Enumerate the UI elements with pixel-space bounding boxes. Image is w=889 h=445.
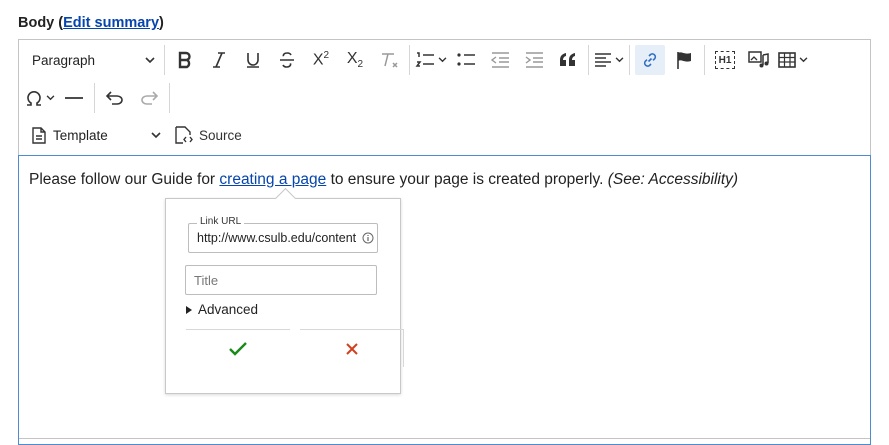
bulleted-list-icon: [457, 53, 475, 66]
chevron-down-icon: [615, 57, 624, 63]
link-url-field[interactable]: Link URL http://www.csulb.edu/content: [188, 216, 378, 253]
toolbar-row-1: Paragraph X2 X2 H1: [25, 42, 812, 78]
toolbar-row-2: [25, 80, 175, 116]
toolbar-separator: [409, 45, 410, 75]
strikethrough-icon: [280, 52, 294, 68]
link-button[interactable]: [635, 45, 665, 75]
toolbar-separator: [588, 45, 589, 75]
undo-icon: [106, 91, 123, 105]
template-dropdown-label: Template: [53, 127, 108, 143]
paragraph-text: Please follow our Guide for: [29, 171, 220, 188]
body-paragraph: Please follow our Guide for creating a p…: [29, 171, 738, 189]
heading-id-button[interactable]: H1: [710, 45, 740, 75]
heading-box-icon: H1: [715, 51, 735, 69]
horizontal-line-icon: [65, 97, 83, 99]
toolbar-row-3: Template Source: [25, 117, 252, 153]
bulleted-list-button[interactable]: [451, 45, 481, 75]
bold-icon: [178, 51, 191, 69]
toolbar-separator: [94, 83, 95, 113]
advanced-toggle[interactable]: Advanced: [186, 302, 258, 317]
edit-summary-link[interactable]: Edit summary: [63, 15, 159, 31]
document-icon: [32, 126, 46, 144]
superscript-button[interactable]: X2: [306, 45, 336, 75]
source-code-icon: [175, 126, 193, 144]
field-label-prefix: Body (: [18, 15, 64, 31]
info-icon[interactable]: [362, 232, 374, 244]
editor-content[interactable]: Please follow our Guide for creating a p…: [18, 155, 871, 445]
close-icon: [345, 342, 358, 355]
source-button[interactable]: Source: [169, 120, 248, 150]
content-link[interactable]: creating a page: [219, 171, 326, 188]
chevron-down-icon: [438, 57, 447, 63]
superscript-icon: X2: [312, 50, 330, 69]
toolbar-separator: [629, 45, 630, 75]
advanced-label: Advanced: [198, 302, 259, 317]
outdent-button[interactable]: [485, 45, 515, 75]
remove-format-icon: [382, 53, 398, 68]
subscript-button[interactable]: X2: [340, 45, 370, 75]
link-url-value[interactable]: http://www.csulb.edu/content: [197, 231, 363, 245]
chevron-down-icon: [151, 131, 161, 138]
blockquote-button[interactable]: [553, 45, 583, 75]
quote-icon: [560, 53, 575, 66]
redo-button[interactable]: [134, 83, 164, 113]
horizontal-line-button[interactable]: [59, 83, 89, 113]
chevron-down-icon: [799, 57, 808, 63]
field-label-suffix: ): [159, 15, 164, 31]
numbered-list-button[interactable]: [415, 45, 447, 75]
template-dropdown[interactable]: Template: [25, 120, 165, 150]
checkmark-icon: [229, 342, 247, 356]
redo-icon: [141, 91, 158, 105]
numbered-list-icon: [415, 52, 434, 67]
disclosure-triangle-icon: [186, 305, 192, 314]
field-label: Body (Edit summary): [18, 15, 164, 31]
table-button[interactable]: [778, 45, 808, 75]
underline-icon: [247, 53, 259, 68]
indent-button[interactable]: [519, 45, 549, 75]
text-align-button[interactable]: [594, 45, 624, 75]
flag-icon: [677, 52, 691, 69]
heading-dropdown-label: Paragraph: [32, 52, 96, 68]
strikethrough-button[interactable]: [272, 45, 302, 75]
indent-icon: [525, 52, 543, 68]
special-characters-button[interactable]: [25, 83, 55, 113]
source-button-label: Source: [199, 127, 242, 143]
anchor-button[interactable]: [669, 45, 699, 75]
toolbar-separator: [704, 45, 705, 75]
save-link-button[interactable]: [186, 329, 290, 368]
table-icon: [778, 52, 796, 68]
italic-note: (See: Accessibility): [607, 171, 739, 188]
rich-text-editor: Paragraph X2 X2 H1 Template Source Pleas…: [18, 39, 871, 445]
italic-icon: [213, 52, 225, 68]
heading-dropdown[interactable]: Paragraph: [25, 45, 159, 75]
subscript-icon: X2: [346, 49, 364, 71]
toolbar-separator: [164, 45, 165, 75]
link-edit-balloon: Link URL http://www.csulb.edu/content Ad…: [165, 187, 404, 394]
paragraph-text: to ensure your page is created properly.: [326, 171, 608, 188]
bold-button[interactable]: [170, 45, 200, 75]
toolbar-separator: [169, 83, 170, 113]
link-url-label: Link URL: [197, 216, 245, 227]
media-button[interactable]: [744, 45, 774, 75]
chevron-down-icon: [46, 95, 55, 101]
outdent-icon: [490, 52, 509, 68]
remove-format-button[interactable]: [374, 45, 404, 75]
align-left-icon: [595, 53, 611, 67]
link-title-input[interactable]: [185, 265, 377, 295]
undo-button[interactable]: [100, 83, 130, 113]
editor-toolbar: Paragraph X2 X2 H1 Template Source: [19, 40, 870, 155]
image-music-icon: [748, 51, 769, 68]
cancel-link-button[interactable]: [300, 329, 404, 367]
link-icon: [643, 53, 657, 67]
underline-button[interactable]: [238, 45, 268, 75]
chevron-down-icon: [145, 56, 155, 63]
italic-button[interactable]: [204, 45, 234, 75]
omega-icon: [27, 91, 41, 106]
